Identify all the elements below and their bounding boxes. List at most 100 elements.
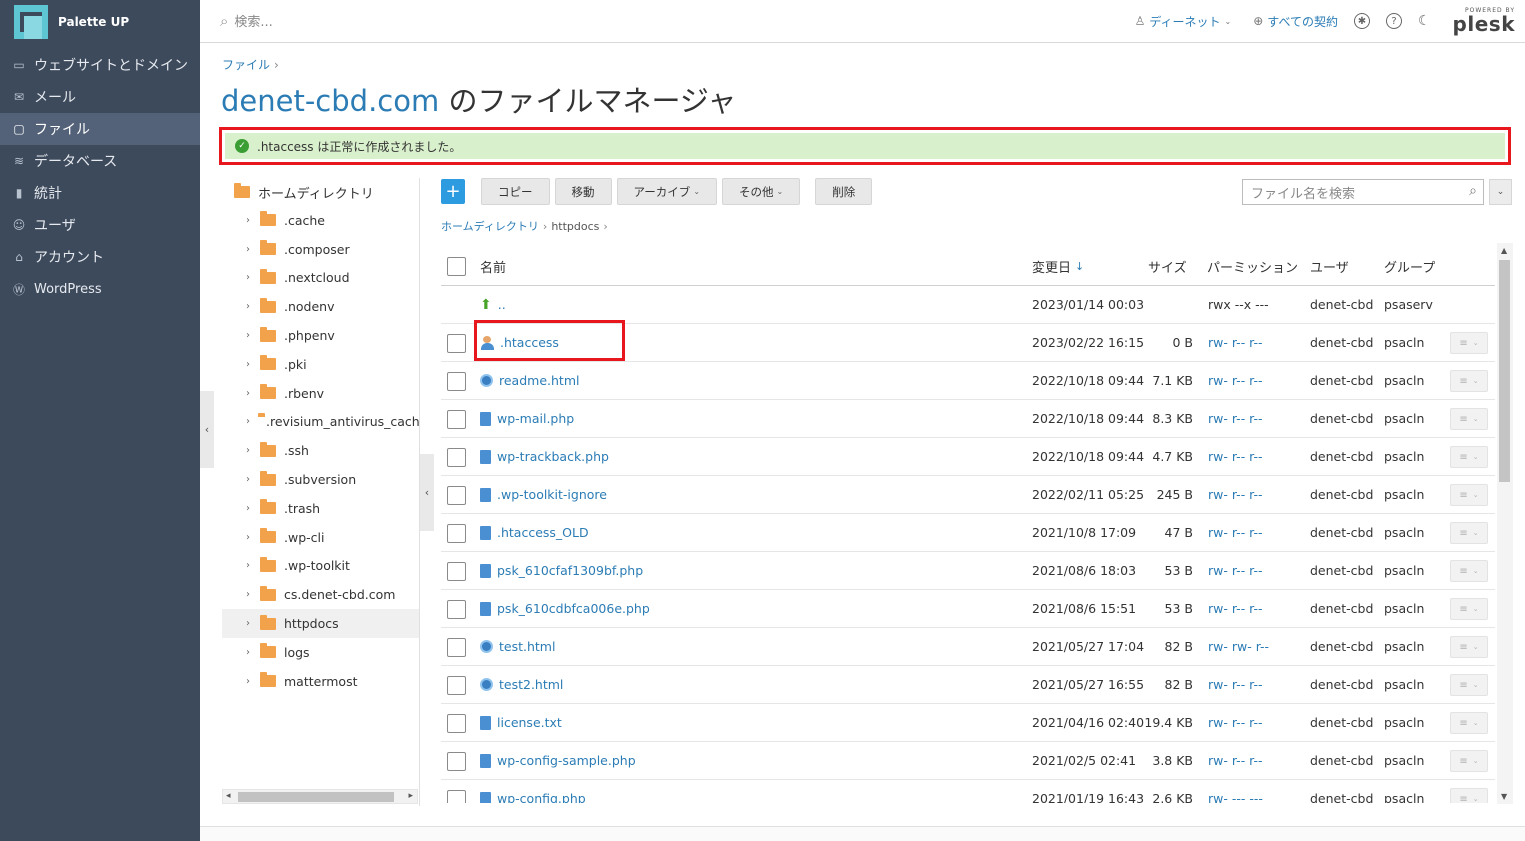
chevron-right-icon[interactable]: › [246, 272, 252, 283]
row-checkbox[interactable] [447, 562, 466, 581]
row-menu-button[interactable]: ≡ ⌄ [1450, 446, 1488, 468]
tree-item[interactable]: › .revisium_antivirus_cach [222, 408, 419, 437]
path-home[interactable]: ホームディレクトリ [441, 220, 539, 233]
row-permissions[interactable]: rw- r-- r-- [1208, 590, 1263, 627]
chevron-right-icon[interactable]: › [246, 532, 252, 543]
table-row[interactable]: .htaccess_OLD 2021/10/8 17:09 47 B rw- r-- … [441, 514, 1495, 552]
file-name-link[interactable]: license.txt [480, 704, 562, 741]
chevron-right-icon[interactable]: › [246, 359, 252, 370]
tree-item[interactable]: › .wp-toolkit [222, 552, 419, 581]
row-menu-button[interactable]: ≡ ⌄ [1450, 750, 1488, 772]
header-date[interactable]: 変更日 ↓ [1032, 246, 1084, 286]
scroll-left-icon[interactable]: ◂ [226, 790, 231, 803]
scroll-down-icon[interactable]: ▼ [1501, 792, 1507, 801]
row-checkbox[interactable] [447, 752, 466, 771]
archive-dropdown[interactable]: アーカイブ ⌄ [616, 178, 718, 205]
tree-item[interactable]: › .subversion [222, 465, 419, 494]
row-permissions[interactable]: rw- r-- r-- [1208, 362, 1263, 399]
select-all-checkbox[interactable] [447, 257, 466, 276]
tree-item[interactable]: › httpdocs [222, 609, 419, 638]
row-menu-button[interactable]: ≡ ⌄ [1450, 712, 1488, 734]
table-row[interactable]: psk_610cfaf1309bf.php 2021/08/6 18:03 53 B… [441, 552, 1495, 590]
help-center-icon[interactable]: ✱ [1353, 13, 1370, 29]
row-menu-button[interactable]: ≡ ⌄ [1450, 332, 1488, 354]
tree-item[interactable]: › .phpenv [222, 321, 419, 350]
table-row[interactable]: wp-config-sample.php 2021/02/5 02:41 3.8 K… [441, 742, 1495, 780]
tree-item[interactable]: › .pki [222, 350, 419, 379]
file-search-input[interactable]: ファイル名を検索 ⌕ [1242, 179, 1484, 205]
row-checkbox[interactable] [447, 790, 466, 803]
row-permissions[interactable]: rw- r-- r-- [1208, 438, 1263, 475]
chevron-right-icon[interactable]: › [246, 445, 252, 456]
user-menu[interactable]: ♙ ディーネット ⌄ [1135, 13, 1232, 30]
nav-websites-domains[interactable]: ▭ ウェブサイトとドメイン [0, 49, 200, 81]
chevron-right-icon[interactable]: › [246, 676, 252, 687]
search-icon[interactable]: ⌕ [1469, 183, 1477, 199]
scrollbar-thumb[interactable] [238, 792, 394, 802]
tree-item[interactable]: › .wp-cli [222, 523, 419, 552]
path-current[interactable]: httpdocs [551, 220, 599, 233]
row-checkbox[interactable] [447, 676, 466, 695]
row-permissions[interactable]: rw- r-- r-- [1208, 742, 1263, 779]
tree-root[interactable]: ホームディレクトリ [222, 178, 419, 206]
file-name-link[interactable]: test2.html [480, 666, 563, 703]
file-name-link[interactable]: wp-trackback.php [480, 438, 609, 475]
chevron-right-icon[interactable]: › [246, 215, 252, 226]
table-row[interactable]: test2.html 2021/05/27 16:55 82 B rw- r-- r-… [441, 666, 1495, 704]
chevron-right-icon[interactable]: › [246, 618, 252, 629]
row-permissions[interactable]: rw- r-- r-- [1208, 324, 1263, 361]
row-menu-button[interactable]: ≡ ⌄ [1450, 788, 1488, 803]
row-menu-button[interactable]: ≡ ⌄ [1450, 408, 1488, 430]
row-menu-button[interactable]: ≡ ⌄ [1450, 522, 1488, 544]
nav-account[interactable]: ⌂ アカウント [0, 241, 200, 273]
tree-item[interactable]: › .ssh [222, 436, 419, 465]
file-name-link[interactable]: psk_610cfaf1309bf.php [480, 552, 643, 589]
tree-item[interactable]: › .trash [222, 494, 419, 523]
scroll-right-icon[interactable]: ▸ [408, 790, 413, 803]
tree-item[interactable]: › cs.denet-cbd.com [222, 580, 419, 609]
tree-item[interactable]: › .nextcloud [222, 264, 419, 293]
row-permissions[interactable]: rw- r-- r-- [1208, 704, 1263, 741]
table-row[interactable]: wp-config.php 2021/01/19 16:43 2.6 KB rw- -… [441, 780, 1495, 803]
dark-mode-icon[interactable]: ☾ [1418, 13, 1431, 29]
row-menu-button[interactable]: ≡ ⌄ [1450, 598, 1488, 620]
header-permissions[interactable]: パーミッション [1207, 246, 1298, 286]
row-checkbox[interactable] [447, 448, 466, 467]
row-permissions[interactable]: rw- r-- r-- [1208, 666, 1263, 703]
breadcrumb-files[interactable]: ファイル [222, 58, 270, 72]
file-name-link[interactable]: wp-config.php [480, 780, 586, 803]
parent-dir-link[interactable]: ⬆.. [480, 286, 506, 323]
table-row[interactable]: psk_610cdbfca006e.php 2021/08/6 15:51 53 B… [441, 590, 1495, 628]
row-menu-button[interactable]: ≡ ⌄ [1450, 560, 1488, 582]
table-row-parent[interactable]: ⬆.. 2023/01/14 00:03 rwx --x --- denet-c… [441, 286, 1495, 324]
chevron-right-icon[interactable]: › [246, 503, 252, 514]
file-name-link[interactable]: .htaccess [480, 324, 559, 361]
delete-button[interactable]: 削除 [815, 178, 873, 205]
nav-users[interactable]: ☺ ユーザ [0, 209, 200, 241]
tree-item[interactable]: › .rbenv [222, 379, 419, 408]
chevron-right-icon[interactable]: › [246, 388, 252, 399]
file-name-link[interactable]: .wp-toolkit-ignore [480, 476, 607, 513]
row-menu-button[interactable]: ≡ ⌄ [1450, 674, 1488, 696]
nav-wordpress[interactable]: Ⓦ WordPress [0, 273, 200, 305]
chevron-right-icon[interactable]: › [246, 560, 252, 571]
file-name-link[interactable]: readme.html [480, 362, 579, 399]
row-menu-button[interactable]: ≡ ⌄ [1450, 370, 1488, 392]
scroll-up-icon[interactable]: ▲ [1501, 246, 1507, 255]
row-permissions[interactable]: rw- rw- r-- [1208, 628, 1269, 665]
row-permissions[interactable]: rw- r-- r-- [1208, 514, 1263, 551]
page-title-domain[interactable]: denet-cbd.com [221, 84, 439, 118]
header-user[interactable]: ユーザ [1310, 246, 1349, 286]
file-name-link[interactable]: wp-mail.php [480, 400, 574, 437]
row-checkbox[interactable] [447, 600, 466, 619]
copy-button[interactable]: コピー [481, 178, 550, 205]
header-group[interactable]: グループ [1384, 246, 1435, 286]
chevron-right-icon[interactable]: › [246, 474, 252, 485]
row-checkbox[interactable] [447, 410, 466, 429]
file-name-link[interactable]: test.html [480, 628, 555, 665]
tree-item[interactable]: › logs [222, 638, 419, 667]
row-permissions[interactable]: rw- r-- r-- [1208, 400, 1263, 437]
row-menu-button[interactable]: ≡ ⌄ [1450, 636, 1488, 658]
nav-files[interactable]: ▢ ファイル [0, 113, 200, 145]
row-permissions[interactable]: rw- --- --- [1208, 780, 1263, 803]
